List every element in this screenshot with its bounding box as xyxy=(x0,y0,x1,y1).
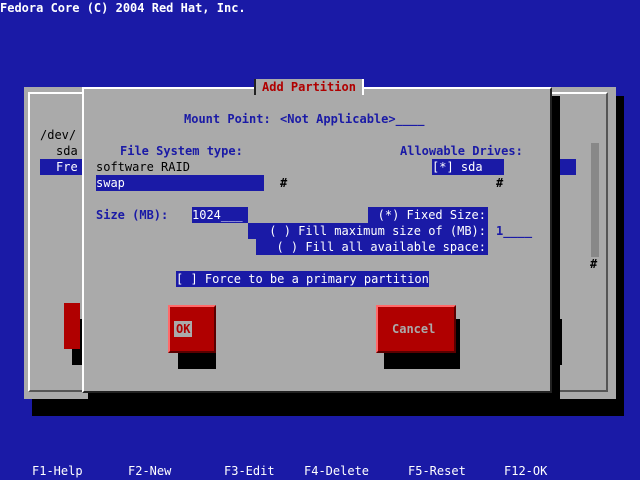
fs-list-scroll-indicator: # xyxy=(280,176,288,190)
add-partition-dialog: Add Partition Mount Point: <Not Applicab… xyxy=(82,79,552,393)
cancel-button[interactable]: Cancel xyxy=(376,305,456,353)
footer-f1-help[interactable]: F1-Help xyxy=(32,463,83,479)
size-label: Size (MB): xyxy=(96,208,169,222)
max-size-field[interactable]: 1____ xyxy=(496,223,532,239)
drive-sda-checkbox[interactable]: [*] sda xyxy=(432,159,504,175)
ok-button[interactable]: OK xyxy=(168,305,216,353)
fs-type-swap[interactable]: swap xyxy=(96,175,264,191)
mount-point-label: Mount Point: xyxy=(184,112,271,126)
cancel-button-label: Cancel xyxy=(392,322,436,336)
device-label: /dev/ xyxy=(40,128,77,142)
scrollbar-thumb[interactable]: # xyxy=(590,256,597,272)
footer-f3-edit[interactable]: F3-Edit xyxy=(224,463,275,479)
footer-f2-new[interactable]: F2-New xyxy=(128,463,171,479)
window-title: Fedora Core (C) 2004 Red Hat, Inc. xyxy=(0,1,246,15)
footer-f5-reset[interactable]: F5-Reset xyxy=(408,463,466,479)
footer-f12-ok[interactable]: F12-OK xyxy=(504,463,547,479)
mount-point-field[interactable]: <Not Applicable>____ xyxy=(280,111,425,127)
partition-row-sda[interactable]: sda xyxy=(56,143,78,159)
fill-maximum-radio[interactable]: ( ) Fill maximum size of (MB): xyxy=(248,223,488,239)
dialog-title: Add Partition xyxy=(254,79,364,95)
background-button xyxy=(64,303,80,349)
primary-partition-checkbox[interactable]: [ ] Force to be a primary partition xyxy=(176,271,429,287)
fixed-size-radio[interactable]: (*) Fixed Size: xyxy=(368,207,488,223)
size-field[interactable]: 1024___ xyxy=(192,207,248,223)
drives-scroll-indicator: # xyxy=(496,176,504,190)
fill-all-radio[interactable]: ( ) Fill all available space: xyxy=(256,239,488,255)
scrollbar[interactable] xyxy=(591,143,599,257)
footer-f4-delete[interactable]: F4-Delete xyxy=(304,463,369,479)
fs-type-software-raid[interactable]: software RAID xyxy=(96,159,190,175)
fs-type-label: File System type: xyxy=(120,144,243,158)
ok-button-label: OK xyxy=(174,321,193,337)
allowable-drives-label: Allowable Drives: xyxy=(400,144,523,158)
